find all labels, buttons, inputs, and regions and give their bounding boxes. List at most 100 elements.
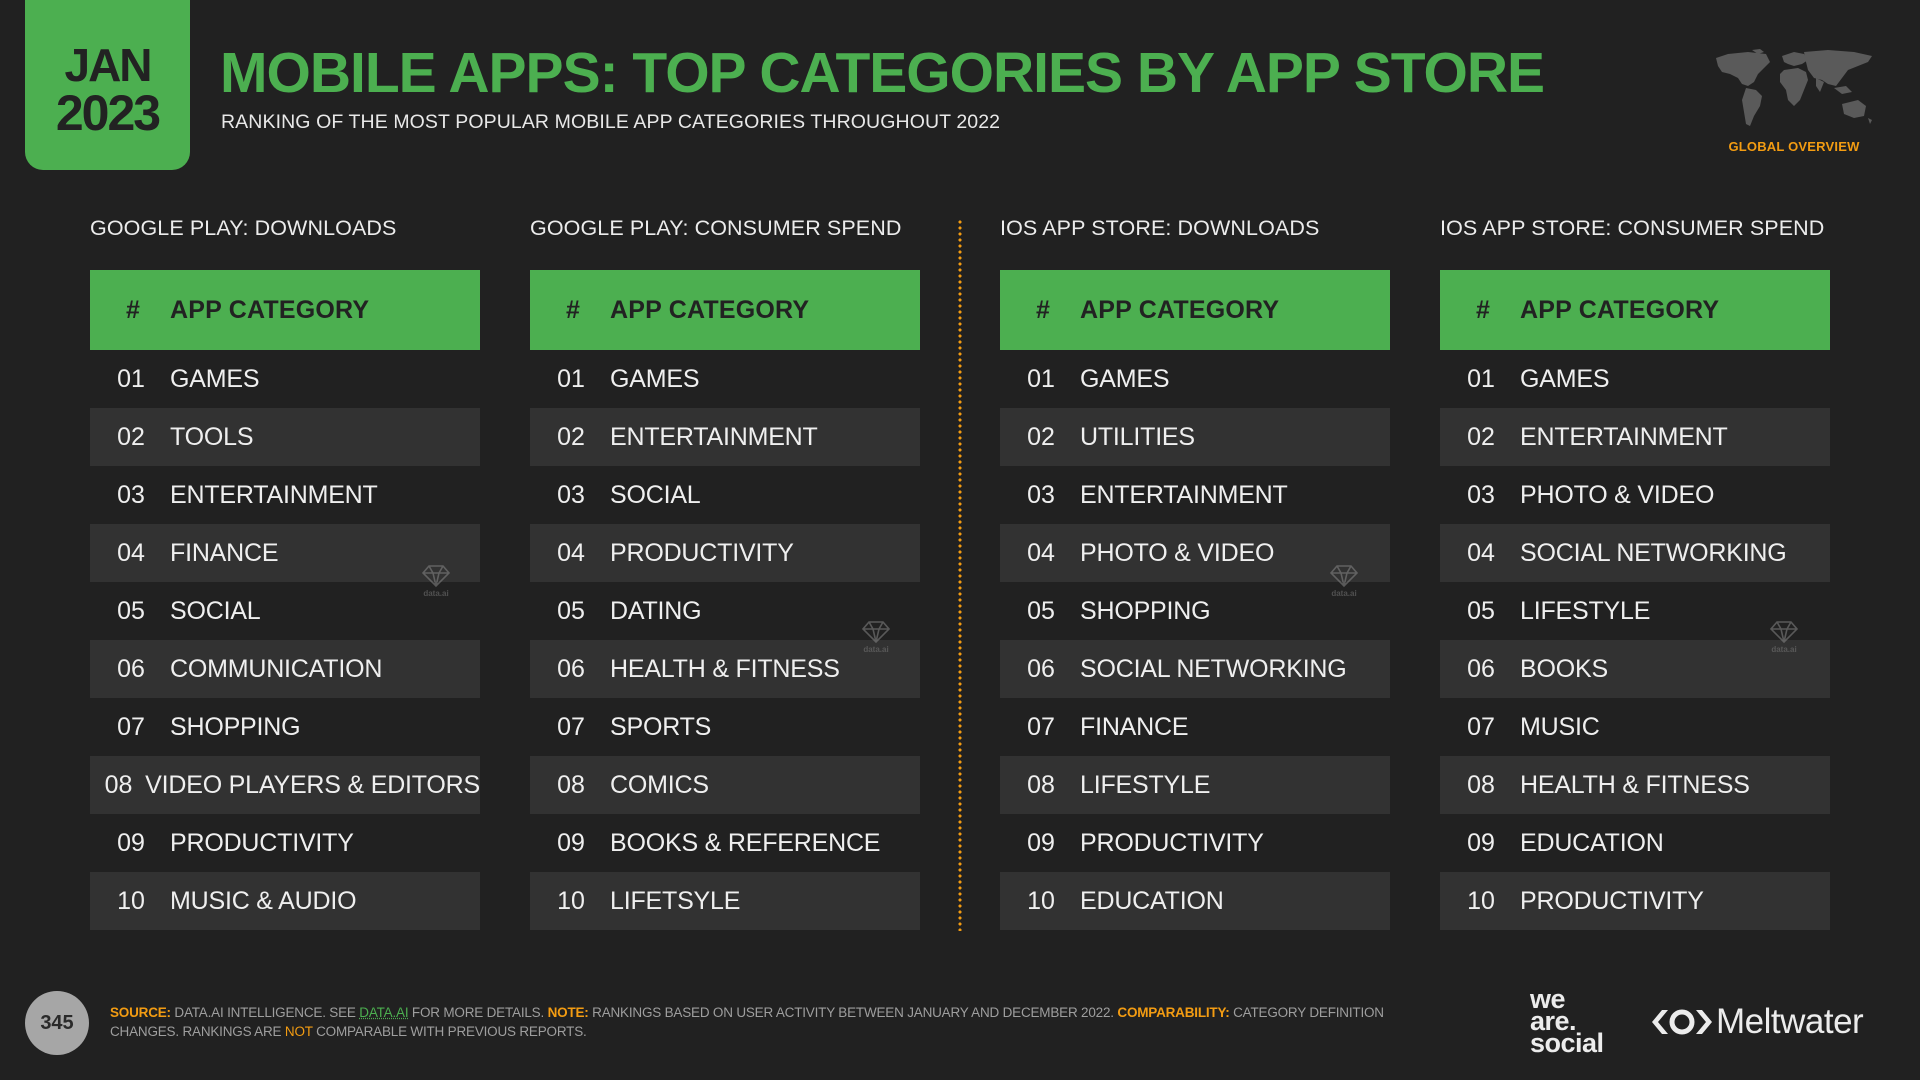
category-cell: HEALTH & FITNESS [1520, 770, 1750, 799]
rank-cell: 08 [1467, 770, 1495, 799]
category-cell: HEALTH & FITNESS [610, 654, 840, 683]
table-row: 10 EDUCATION [1000, 872, 1390, 930]
store-divider [958, 219, 962, 931]
date-month: JAN [64, 39, 152, 91]
category-column-header: APP CATEGORY [170, 295, 370, 324]
category-cell: ENTERTAINMENT [610, 422, 818, 451]
category-cell: PRODUCTIVITY [1520, 886, 1704, 915]
note-label: NOTE: [547, 1005, 589, 1020]
table-row: 08 LIFESTYLE [1000, 756, 1390, 814]
data-ai-watermark: data.ai [1324, 564, 1364, 604]
rank-cell: 06 [1027, 654, 1055, 683]
rank-cell: 04 [1467, 538, 1495, 567]
world-map-icon [1716, 49, 1872, 126]
rank-cell: 04 [1027, 538, 1055, 567]
rank-cell: 08 [557, 770, 585, 799]
section-ios-consumer-spend: IOS APP STORE: CONSUMER SPEND # APP CATE… [1440, 216, 1830, 930]
meltwater-wordmark: Meltwater [1716, 1002, 1864, 1041]
table-row: 01 GAMES [1440, 350, 1830, 408]
table-row: 06 COMMUNICATION [90, 640, 480, 698]
logo-line: social [1530, 1028, 1604, 1058]
diamond-icon [421, 565, 451, 588]
section-title: IOS APP STORE: DOWNLOADS [1000, 216, 1320, 240]
category-cell: MUSIC & AUDIO [170, 886, 357, 915]
rank-cell: 06 [1467, 654, 1495, 683]
source-text: DATA.AI INTELLIGENCE. SEE [170, 1005, 360, 1020]
table-row: 10 LIFETSYLE [530, 872, 920, 930]
table-row: 09 EDUCATION [1440, 814, 1830, 872]
rank-cell: 05 [1467, 596, 1495, 625]
category-cell: SOCIAL NETWORKING [1520, 538, 1787, 567]
date-badge: JAN 2023 [25, 0, 190, 170]
rank-cell: 07 [1467, 712, 1495, 741]
category-cell: SHOPPING [1080, 596, 1211, 625]
rank-cell: 01 [1027, 364, 1055, 393]
category-cell: DATING [610, 596, 702, 625]
category-cell: SHOPPING [170, 712, 301, 741]
table-row: 07 MUSIC [1440, 698, 1830, 756]
rank-cell: 02 [1467, 422, 1495, 451]
rank-cell: 05 [557, 596, 585, 625]
source-footnote: SOURCE: DATA.AI INTELLIGENCE. SEE DATA.A… [110, 1003, 1450, 1041]
table-row: 03 ENTERTAINMENT [90, 466, 480, 524]
rank-cell: 04 [557, 538, 585, 567]
watermark-label: data.ai [1771, 645, 1797, 654]
rank-cell: 03 [1467, 480, 1495, 509]
rank-cell: 03 [1027, 480, 1055, 509]
category-cell: COMMUNICATION [170, 654, 383, 683]
table-row: 01 GAMES [530, 350, 920, 408]
source-text-continued: FOR MORE DETAILS. [408, 1005, 548, 1020]
data-ai-link[interactable]: DATA.AI [359, 1005, 408, 1020]
table-row: 08 HEALTH & FITNESS [1440, 756, 1830, 814]
category-cell: ENTERTAINMENT [1080, 480, 1288, 509]
category-cell: SOCIAL [170, 596, 261, 625]
table-row: 02 ENTERTAINMENT [530, 408, 920, 466]
category-cell: PHOTO & VIDEO [1520, 480, 1715, 509]
meltwater-logo: Meltwater [1650, 1002, 1864, 1042]
rank-cell: 08 [104, 770, 133, 799]
data-ai-watermark: data.ai [1764, 620, 1804, 660]
table-row: 04 SOCIAL NETWORKING [1440, 524, 1830, 582]
section-ios-downloads: IOS APP STORE: DOWNLOADS # APP CATEGORY … [1000, 216, 1390, 930]
rank-cell: 07 [1027, 712, 1055, 741]
table-row: 01 GAMES [90, 350, 480, 408]
category-cell: GAMES [610, 364, 700, 393]
rank-cell: 08 [1027, 770, 1055, 799]
table-row: 03 ENTERTAINMENT [1000, 466, 1390, 524]
table-row: 07 FINANCE [1000, 698, 1390, 756]
watermark-label: data.ai [1331, 589, 1357, 598]
category-cell: BOOKS [1520, 654, 1608, 683]
rank-cell: 05 [117, 596, 145, 625]
rank-column-header: # [1476, 295, 1490, 324]
rank-cell: 04 [117, 538, 145, 567]
category-cell: ENTERTAINMENT [170, 480, 378, 509]
table-row: 10 MUSIC & AUDIO [90, 872, 480, 930]
category-cell: EDUCATION [1520, 828, 1664, 857]
section-title: IOS APP STORE: CONSUMER SPEND [1440, 216, 1825, 240]
rank-cell: 09 [557, 828, 585, 857]
category-cell: SOCIAL [610, 480, 701, 509]
rank-cell: 05 [1027, 596, 1055, 625]
table-row: 09 PRODUCTIVITY [90, 814, 480, 872]
category-cell: EDUCATION [1080, 886, 1224, 915]
table-header: # APP CATEGORY [90, 270, 480, 350]
table-row: 02 ENTERTAINMENT [1440, 408, 1830, 466]
rank-cell: 10 [557, 886, 585, 915]
rank-cell: 03 [117, 480, 145, 509]
table-header: # APP CATEGORY [1440, 270, 1830, 350]
category-cell: VIDEO PLAYERS & EDITORS [145, 770, 480, 799]
category-cell: PRODUCTIVITY [1080, 828, 1264, 857]
rank-cell: 10 [117, 886, 145, 915]
rank-column-header: # [1036, 295, 1050, 324]
rank-cell: 01 [1467, 364, 1495, 393]
section-google-play-downloads: GOOGLE PLAY: DOWNLOADS # APP CATEGORY 01… [90, 216, 480, 930]
rank-cell: 10 [1027, 886, 1055, 915]
page-title: MOBILE APPS: TOP CATEGORIES BY APP STORE [220, 41, 1545, 105]
category-cell: TOOLS [170, 422, 254, 451]
category-cell: PRODUCTIVITY [170, 828, 354, 857]
watermark-label: data.ai [423, 589, 449, 598]
rank-cell: 10 [1467, 886, 1495, 915]
table-header: # APP CATEGORY [530, 270, 920, 350]
category-cell: PRODUCTIVITY [610, 538, 794, 567]
table-row: 09 PRODUCTIVITY [1000, 814, 1390, 872]
